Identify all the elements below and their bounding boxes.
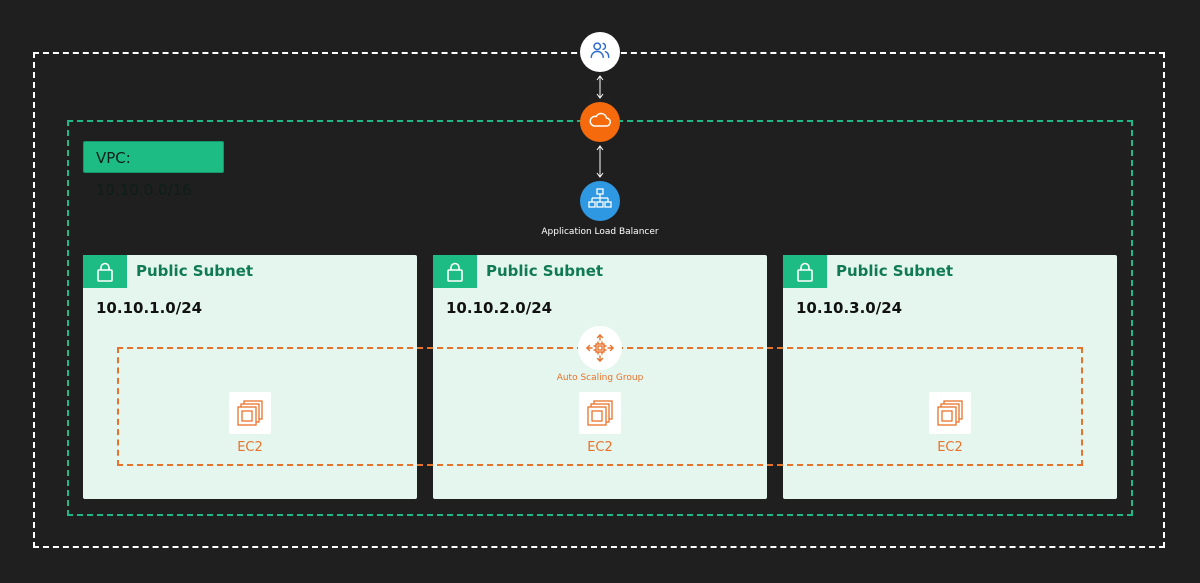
network-hierarchy-icon (588, 187, 612, 215)
ec2-label: EC2 (937, 440, 963, 455)
ec2-instance-icon (579, 392, 621, 434)
users-icon (589, 39, 611, 66)
subnet-title: Public Subnet (486, 262, 604, 280)
auto-scaling-group-label: Auto Scaling Group (556, 373, 644, 383)
ec2-label: EC2 (587, 440, 613, 455)
lock-icon (433, 255, 477, 288)
ec2-instance-icon (229, 392, 271, 434)
subnet-cidr: 10.10.2.0/24 (446, 299, 553, 317)
load-balancer-label: Application Load Balancer (541, 227, 659, 237)
subnet-title: Public Subnet (136, 262, 254, 280)
ec2-label: EC2 (237, 440, 263, 455)
lock-icon (83, 255, 127, 288)
lock-icon (783, 255, 827, 288)
load-balancer-node (580, 181, 620, 221)
cloud-node (580, 102, 620, 142)
subnet-cidr: 10.10.1.0/24 (96, 299, 203, 317)
users-node (580, 32, 620, 72)
ec2-instance-icon (929, 392, 971, 434)
cloud-to-alb-arrow (590, 143, 610, 180)
subnet-cidr: 10.10.3.0/24 (796, 299, 903, 317)
auto-scaling-icon (578, 326, 622, 370)
users-to-cloud-arrow (590, 73, 610, 101)
cloud-icon (588, 111, 612, 134)
subnet-title: Public Subnet (836, 262, 954, 280)
vpc-label: VPC: 10.10.0.0/16 (83, 141, 224, 199)
